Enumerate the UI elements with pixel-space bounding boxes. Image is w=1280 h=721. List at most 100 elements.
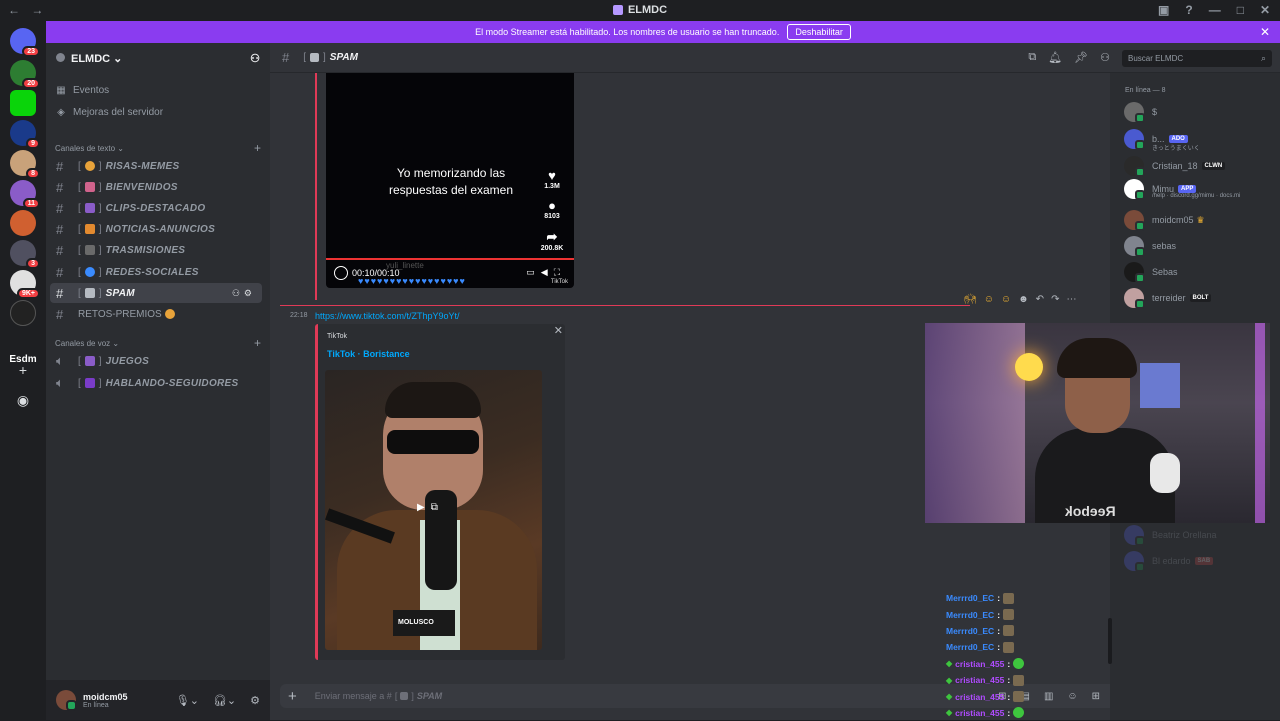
- member-item[interactable]: b... ADO きっとうまくいく: [1124, 128, 1200, 152]
- disable-streamer-button[interactable]: Deshabilitar: [787, 24, 851, 40]
- members-icon[interactable]: ⚇: [1100, 51, 1110, 64]
- member-item[interactable]: Beatriz Orellana: [1124, 524, 1217, 546]
- close-icon[interactable]: ✕: [1260, 25, 1270, 39]
- speaker-icon: 🔈︎: [56, 375, 64, 390]
- voice-channel-hablando-seguidores[interactable]: 🔈︎[] HABLANDO-SEGUIDORES: [50, 373, 262, 393]
- back-forward-arrows[interactable]: ← →: [8, 3, 47, 17]
- member-item[interactable]: Bl edardo SAB: [1124, 550, 1214, 572]
- member-item[interactable]: Cristian_18 CLWN: [1124, 155, 1226, 177]
- member-item[interactable]: Sebas: [1124, 261, 1178, 283]
- comment-icon[interactable]: ●: [540, 198, 564, 213]
- more-icon[interactable]: ⋯: [1066, 294, 1076, 305]
- hash-icon: #: [56, 200, 64, 216]
- replay-icon[interactable]: [334, 266, 348, 280]
- member-item[interactable]: terreider BOLT: [1124, 287, 1212, 309]
- tiktok-link[interactable]: https://www.tiktok.com/t/ZThpY9oYt/: [315, 311, 460, 321]
- fullscreen-icon[interactable]: ⛶: [554, 267, 566, 277]
- channel-retos-premios[interactable]: # RETOS-PREMIOS: [50, 304, 262, 324]
- channel-bienvenidos[interactable]: #[] BIENVENIDOS: [50, 177, 262, 197]
- inbox-icon[interactable]: ▣: [1158, 3, 1169, 17]
- avatar[interactable]: [56, 690, 77, 711]
- category-text-channels[interactable]: Canales de texto ⌄ +: [55, 141, 261, 155]
- server-icon[interactable]: 9: [10, 120, 40, 149]
- search-input[interactable]: Buscar ELMDC ⌕: [1122, 50, 1272, 67]
- hash-icon: #: [282, 50, 290, 65]
- member-item[interactable]: $: [1124, 101, 1157, 123]
- channel-trasmisiones[interactable]: #[] TRASMISIONES: [50, 240, 262, 260]
- smile-emoji-icon[interactable]: ☺: [1001, 294, 1011, 305]
- server-header[interactable]: ELMDC ⌄ ⚇: [46, 43, 270, 73]
- volume-icon[interactable]: ◀: [541, 267, 554, 277]
- server-name: ELMDC: [71, 52, 111, 65]
- server-rail: 23 20 9 8 11 3 9K+ Esdm + ◉: [0, 20, 46, 720]
- category-voice-channels[interactable]: Canales de voz ⌄ +: [55, 336, 261, 350]
- server-icon[interactable]: 8: [10, 150, 40, 179]
- server-icon[interactable]: 11: [10, 180, 40, 209]
- invite-icon[interactable]: ⚇: [232, 288, 244, 298]
- headphones-icon[interactable]: 🎧︎⌄: [213, 694, 236, 707]
- sidebar-item-events[interactable]: ▦ Eventos: [56, 85, 109, 96]
- video-player[interactable]: Yo memorizando las respuestas del examen…: [326, 73, 574, 288]
- raised-hands-emoji-icon[interactable]: 🙌︎: [964, 294, 977, 305]
- server-icon[interactable]: [10, 90, 36, 116]
- play-icon[interactable]: ▶: [417, 502, 431, 513]
- server-icon[interactable]: [10, 300, 36, 326]
- laughing-emoji-icon[interactable]: ☺: [984, 294, 994, 305]
- channel-spam[interactable]: #[] SPAM ⚇⚙: [50, 283, 262, 303]
- user-status: En línea: [83, 701, 109, 709]
- emote-icon: [1003, 592, 1015, 604]
- channel-clips-destacado[interactable]: #[] CLIPS-DESTACADO: [50, 198, 262, 218]
- new-messages-divider: [280, 305, 970, 306]
- chat-line: ◆ cristian_455:: [946, 705, 1106, 721]
- invite-people-icon[interactable]: ⚇: [250, 52, 260, 65]
- crown-icon: ♛: [1196, 214, 1205, 225]
- badge-icon: ◆: [946, 659, 953, 669]
- member-list-scrollbar[interactable]: [1108, 618, 1112, 664]
- captions-icon[interactable]: ▭: [526, 267, 541, 277]
- pin-icon[interactable]: 📌︎: [1074, 51, 1088, 64]
- channel-risas-memes[interactable]: #[] RISAS-MEMES: [50, 156, 262, 176]
- member-item[interactable]: sebas: [1124, 235, 1176, 257]
- stream-chat-overlay: Merrrd0_EC: Merrrd0_EC: Merrrd0_EC: Merr…: [946, 590, 1106, 721]
- embed-thumbnail[interactable]: MOLUSCO ▶⧉: [325, 370, 542, 650]
- avatar: [1124, 262, 1145, 283]
- server-icon[interactable]: [10, 210, 36, 236]
- bell-icon[interactable]: 🔔︎: [1048, 51, 1062, 64]
- gear-icon[interactable]: ⚙: [250, 694, 260, 707]
- emoji-icon: [84, 356, 95, 366]
- add-reaction-icon[interactable]: ☻: [1018, 294, 1029, 305]
- server-icon[interactable]: 9K+: [10, 270, 40, 299]
- channel-redes-sociales[interactable]: #[] REDES-SOCIALES: [50, 262, 262, 282]
- add-attachment-icon[interactable]: +: [288, 688, 297, 705]
- gear-icon[interactable]: ⚙: [244, 288, 256, 298]
- threads-icon[interactable]: ⧉: [1028, 51, 1036, 64]
- microphone-icon[interactable]: 🎙︎⌄: [176, 694, 199, 707]
- forward-icon[interactable]: ↷: [1051, 294, 1059, 305]
- add-channel-icon[interactable]: +: [254, 336, 261, 350]
- add-server-icon[interactable]: +: [13, 360, 33, 380]
- reply-icon[interactable]: ↶: [1036, 294, 1044, 305]
- minimize-button[interactable]: —: [1209, 3, 1221, 17]
- embed-author[interactable]: TikTok · Boristance: [327, 349, 410, 359]
- share-icon[interactable]: ➦: [540, 229, 564, 245]
- remove-embed-icon[interactable]: ✕: [554, 324, 563, 337]
- explore-icon[interactable]: ◉: [13, 390, 33, 410]
- server-icon[interactable]: 3: [10, 240, 40, 269]
- member-item[interactable]: moidcm05 ♛: [1124, 209, 1205, 231]
- member-item[interactable]: Mimu APP/help · discord.gg/mimu · docs.mi: [1124, 178, 1240, 200]
- maximize-button[interactable]: □: [1237, 3, 1244, 17]
- heart-icon[interactable]: ♥: [540, 168, 564, 183]
- server-icon[interactable]: 20: [10, 60, 40, 89]
- channel-noticias-anuncios[interactable]: #[] NOTICIAS-ANUNCIOS: [50, 219, 262, 239]
- close-window-button[interactable]: ✕: [1260, 3, 1270, 17]
- video-progress-bar[interactable]: [326, 258, 574, 260]
- avatar: [1124, 525, 1145, 546]
- open-external-icon[interactable]: ⧉: [431, 502, 444, 513]
- voice-channel-juegos[interactable]: 🔈︎[] JUEGOS: [50, 351, 262, 371]
- direct-messages-icon[interactable]: 23: [10, 28, 40, 57]
- add-channel-icon[interactable]: +: [254, 141, 261, 155]
- chat-line: Merrrd0_EC:: [946, 639, 1106, 655]
- sidebar-item-boosts[interactable]: ◈ Mejoras del servidor: [56, 107, 163, 118]
- help-icon[interactable]: ?: [1185, 3, 1192, 17]
- avatar: [1124, 288, 1145, 309]
